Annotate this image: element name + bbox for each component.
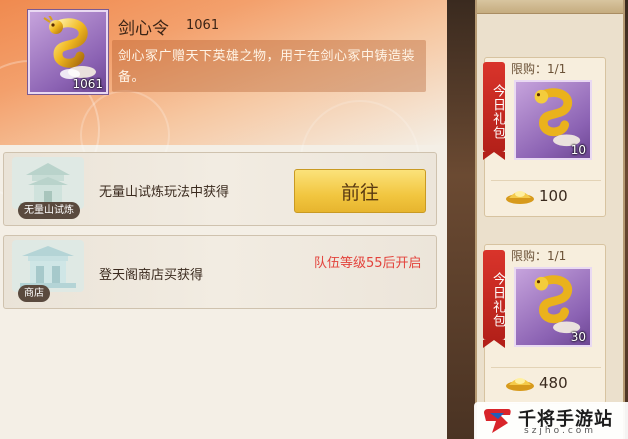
item-description: 剑心冢广赠天下英雄之物，用于在剑心冢中铸造装备。	[118, 49, 416, 85]
site-url: szjho.com	[524, 426, 597, 436]
source-label: 无量山试炼	[18, 202, 80, 219]
source-description: 无量山试炼玩法中获得	[99, 185, 230, 200]
golden-dragon-token-icon	[36, 14, 102, 86]
shop-pavilion-icon: 商店	[12, 240, 84, 304]
daily-gift-ribbon: 今日礼包	[483, 62, 505, 160]
site-logo-icon	[480, 407, 514, 439]
shop-side-panel: 限购：1/1 10 100 今日礼包 限购：1/1 30 480 今日礼包	[447, 0, 628, 439]
price-bar[interactable]: 100	[491, 180, 601, 210]
pack-quantity: 10	[570, 143, 586, 157]
price-bar[interactable]: 480	[491, 367, 601, 397]
purchase-limit: 限购：1/1	[511, 62, 567, 76]
unlock-condition-text: 队伍等级55后开启	[314, 256, 422, 271]
item-quantity: 1061	[72, 77, 103, 91]
scroll-top-bar	[477, 0, 623, 14]
goto-button[interactable]: 前往	[294, 169, 426, 213]
source-row-trial: 无量山试炼 无量山试炼玩法中获得 前往	[3, 152, 437, 226]
pack-quantity: 30	[570, 330, 586, 344]
gold-ingot-icon	[505, 372, 535, 396]
item-detail-panel: 1061 剑心令 1061 剑心冢广赠天下英雄之物，用于在剑心冢中铸造装备。 无…	[0, 0, 447, 439]
pack-item-frame: 10	[514, 80, 592, 160]
item-name: 剑心令	[118, 19, 169, 39]
source-description: 登天阁商店买获得	[99, 268, 204, 283]
purchase-limit: 限购：1/1	[511, 249, 567, 263]
item-icon-frame[interactable]: 1061	[28, 10, 108, 94]
daily-gift-ribbon: 今日礼包	[483, 250, 505, 348]
item-owned-count: 1061	[186, 18, 220, 33]
pavilion-icon: 无量山试炼	[12, 157, 84, 221]
pack-price: 480	[539, 374, 568, 392]
pack-price: 100	[539, 187, 568, 205]
site-watermark: 千将手游站 szjho.com	[474, 402, 628, 439]
source-label: 商店	[18, 285, 50, 302]
gold-ingot-icon	[505, 185, 535, 209]
pack-item-frame: 30	[514, 267, 592, 347]
source-row-shop: 商店 登天阁商店买获得 队伍等级55后开启	[3, 235, 437, 309]
